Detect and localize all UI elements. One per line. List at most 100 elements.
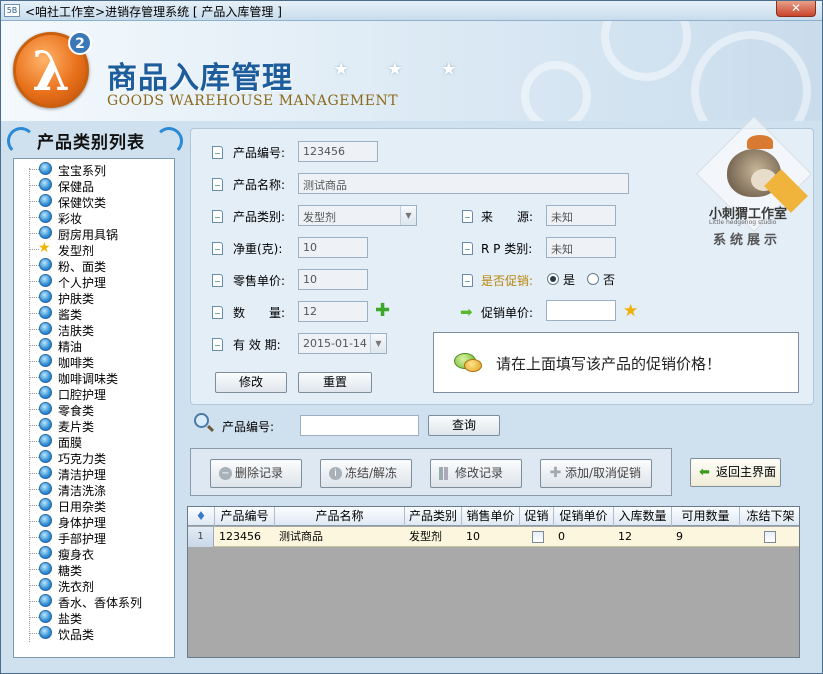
col-header[interactable]: 产品名称 — [275, 507, 405, 526]
tree-item[interactable]: 清洁洗涤 — [14, 481, 174, 498]
tree-item[interactable]: 彩妆 — [14, 209, 174, 226]
promo-no-label[interactable]: 否 — [603, 271, 615, 288]
chevron-down-icon[interactable]: ▼ — [370, 334, 386, 353]
tree-item[interactable]: 保健品 — [14, 177, 174, 194]
table-row[interactable]: 1 123456 测试商品 发型剂 10 0 12 9 — [188, 527, 799, 547]
weight-field[interactable]: 10 — [298, 237, 368, 258]
tree-connector — [29, 233, 39, 234]
document-icon — [462, 274, 473, 287]
tree-item[interactable]: 零食类 — [14, 401, 174, 418]
promo-price-input[interactable] — [546, 300, 616, 321]
col-header[interactable]: 促销单价 — [554, 507, 614, 526]
product-name-field[interactable]: 测试商品 — [298, 173, 629, 194]
title-bar[interactable]: 5B <咱社工作室>进销存管理系统 [ 产品入库管理 ] ✕ — [1, 1, 822, 21]
tree-item[interactable]: 酱类 — [14, 305, 174, 322]
tree-connector — [29, 265, 39, 266]
cell-in-qty[interactable]: 12 — [614, 527, 672, 547]
tree-item[interactable]: 洁肤类 — [14, 321, 174, 338]
tree-connector — [29, 553, 39, 554]
col-header[interactable]: 入库数量 — [614, 507, 672, 526]
product-grid[interactable]: ♦ 产品编号 产品名称 产品类别 销售单价 促销 促销单价 入库数量 可用数量 … — [187, 506, 800, 658]
sidebar-header: 产品类别列表 — [7, 125, 185, 157]
expiry-date-picker[interactable]: 2015-01-14 ▼ — [298, 333, 387, 354]
tree-item[interactable]: 护肤类 — [14, 289, 174, 306]
tree-item[interactable]: 咖啡调味类 — [14, 369, 174, 386]
tree-item[interactable]: 饮品类 — [14, 625, 174, 642]
tree-item[interactable]: 口腔护理 — [14, 385, 174, 402]
col-header[interactable]: 销售单价 — [462, 507, 520, 526]
tree-item[interactable]: 厨房用具锅 — [14, 225, 174, 242]
quantity-field[interactable]: 12 — [298, 301, 368, 322]
frozen-checkbox[interactable] — [764, 531, 776, 543]
tree-item[interactable]: 巧克力类 — [14, 449, 174, 466]
search-input[interactable] — [300, 415, 419, 436]
tree-item[interactable]: 盐类 — [14, 609, 174, 626]
quantity-label: 数 量: — [233, 306, 286, 320]
col-header[interactable]: 产品编号 — [215, 507, 275, 526]
tree-item[interactable]: ★ 发型剂 — [14, 241, 174, 258]
source-field[interactable]: 未知 — [546, 205, 616, 226]
tree-item[interactable]: 咖啡类 — [14, 353, 174, 370]
retail-price-field[interactable]: 10 — [298, 269, 368, 290]
tree-item[interactable]: 宝宝系列 — [14, 161, 174, 178]
freeze-button[interactable]: i 冻结/解冻 — [320, 459, 412, 488]
tree-item[interactable]: 面膜 — [14, 433, 174, 450]
promo-checkbox[interactable] — [532, 531, 544, 543]
edit-record-button[interactable]: 修改记录 — [430, 459, 522, 488]
promo-hint-box: 请在上面填写该产品的促销价格！ — [433, 332, 799, 393]
cell-promo-price[interactable]: 0 — [554, 527, 614, 547]
cell-name[interactable]: 测试商品 — [275, 527, 405, 547]
promo-toggle-button[interactable]: ✚ 添加/取消促销 — [540, 459, 652, 488]
tree-item[interactable]: 糖类 — [14, 561, 174, 578]
tree-item[interactable]: 手部护理 — [14, 529, 174, 546]
chevron-down-icon[interactable]: ▼ — [400, 206, 416, 225]
promo-yes-label[interactable]: 是 — [563, 271, 575, 288]
rp-category-field[interactable]: 未知 — [546, 237, 616, 258]
tree-item[interactable]: 精油 — [14, 337, 174, 354]
globe-icon — [39, 546, 52, 559]
tree-connector — [29, 569, 39, 570]
globe-icon — [39, 370, 52, 383]
reset-button[interactable]: 重置 — [298, 372, 372, 393]
tree-item[interactable]: 清洁护理 — [14, 465, 174, 482]
col-header[interactable]: 冻结下架 — [740, 507, 799, 526]
sidebar-title: 产品类别列表 — [37, 133, 145, 153]
globe-icon — [39, 626, 52, 639]
tree-item[interactable]: 日用杂类 — [14, 497, 174, 514]
search-button[interactable]: 查询 — [428, 415, 500, 436]
col-header[interactable]: 可用数量 — [672, 507, 740, 526]
modify-button[interactable]: 修改 — [215, 372, 287, 393]
delete-record-button[interactable]: − 删除记录 — [210, 459, 302, 488]
tree-item[interactable]: 香水、香体系列 — [14, 593, 174, 610]
cell-category[interactable]: 发型剂 — [405, 527, 462, 547]
tree-item[interactable]: 粉、面类 — [14, 257, 174, 274]
document-icon — [212, 146, 223, 159]
brand-emblem: 小刺猬工作室 Little hedgehog studio 系统展示 — [696, 116, 812, 248]
col-header[interactable]: 促销 — [520, 507, 554, 526]
promo-no-radio[interactable] — [587, 273, 599, 285]
row-index[interactable]: 1 — [188, 527, 214, 547]
cell-price[interactable]: 10 — [462, 527, 520, 547]
header-banner: λ 2 商品入库管理 GOODS WAREHOUSE MANAGEMENT ★ … — [1, 21, 822, 121]
promo-yes-radio[interactable] — [547, 273, 559, 285]
plus-icon[interactable]: ✚ — [375, 302, 390, 320]
tree-item[interactable]: 个人护理 — [14, 273, 174, 290]
sort-icon[interactable]: ♦ — [188, 507, 215, 526]
grid-header: ♦ 产品编号 产品名称 产品类别 销售单价 促销 促销单价 入库数量 可用数量 … — [188, 507, 799, 526]
back-to-main-button[interactable]: ⬅ 返回主界面 — [690, 458, 781, 487]
tree-connector — [29, 201, 39, 202]
col-header[interactable]: 产品类别 — [405, 507, 462, 526]
globe-icon — [39, 194, 52, 207]
category-tree[interactable]: 宝宝系列 保健品 保健饮类 彩妆 厨房用具锅 ★ 发型剂 粉、面类 个人护理 护肤类 酱类 洁肤类 精油… — [13, 158, 175, 658]
cell-avail-qty[interactable]: 9 — [672, 527, 740, 547]
tree-item[interactable]: 保健饮类 — [14, 193, 174, 210]
cell-code[interactable]: 123456 — [215, 527, 275, 547]
tree-item[interactable]: 洗衣剂 — [14, 577, 174, 594]
tree-item[interactable]: 瘦身衣 — [14, 545, 174, 562]
globe-icon — [39, 482, 52, 495]
tree-item[interactable]: 身体护理 — [14, 513, 174, 530]
category-select[interactable]: 发型剂 ▼ — [298, 205, 417, 226]
tree-item[interactable]: 麦片类 — [14, 417, 174, 434]
product-code-field[interactable]: 123456 — [298, 141, 378, 162]
close-button[interactable]: ✕ — [776, 1, 816, 17]
